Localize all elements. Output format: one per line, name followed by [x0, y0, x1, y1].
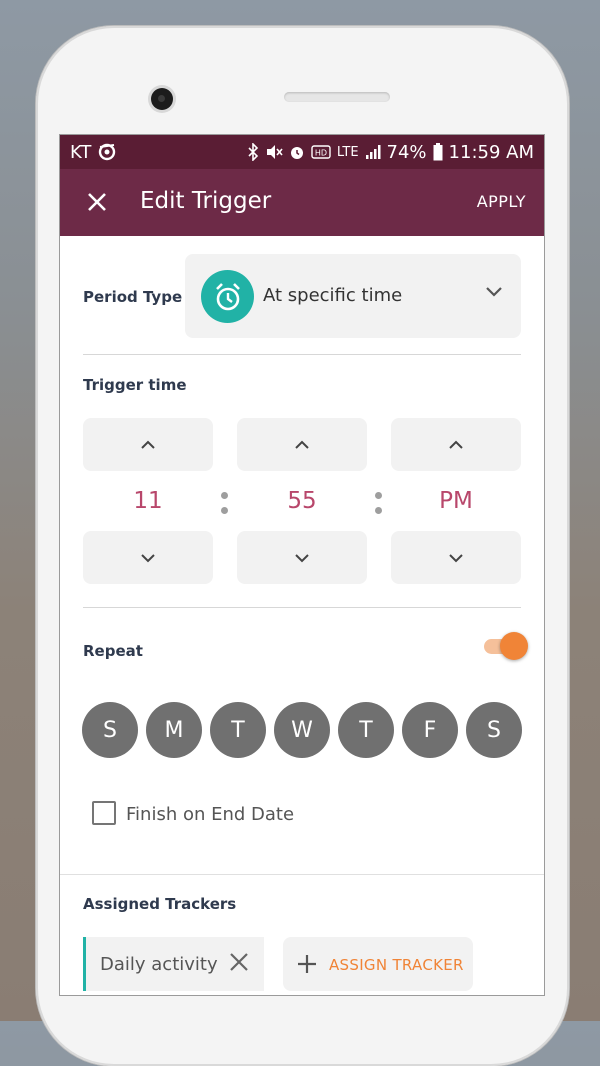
tracker-chip: Daily activity [83, 937, 264, 991]
assign-tracker-button[interactable]: ASSIGN TRACKER [283, 937, 473, 991]
hd-voice-icon: HD [311, 145, 331, 159]
minute-value: 55 [287, 488, 317, 514]
toggle-thumb [500, 632, 528, 660]
carrier-label: KT [70, 141, 92, 163]
divider [83, 354, 521, 355]
chevron-down-icon [295, 553, 309, 562]
chevron-down-icon [486, 287, 502, 297]
time-separator [221, 492, 229, 522]
time-separator [375, 492, 383, 522]
section-divider [60, 874, 544, 875]
network-type-label: LTE [336, 144, 359, 160]
battery-icon [433, 143, 443, 161]
front-camera [151, 88, 173, 110]
plus-icon [298, 955, 316, 973]
chevron-up-icon [141, 440, 155, 449]
minute-up-button[interactable] [237, 418, 367, 471]
divider [83, 607, 521, 608]
app-bar: Edit Trigger APPLY [60, 169, 544, 236]
period-type-value: At specific time [263, 285, 403, 306]
signal-icon [365, 145, 381, 159]
hour-down-button[interactable] [83, 531, 213, 584]
carrier-logo-icon [99, 143, 116, 161]
period-type-label: Period Type [83, 288, 183, 306]
bluetooth-icon [248, 143, 259, 161]
chevron-up-icon [449, 440, 463, 449]
status-bar: KT HD LTE 74% 11:59 AM [60, 135, 544, 169]
ampm-value: PM [439, 488, 473, 514]
tracker-name: Daily activity [100, 954, 218, 975]
day-tuesday[interactable]: T [210, 702, 266, 758]
ampm-down-button[interactable] [391, 531, 521, 584]
apply-button[interactable]: APPLY [477, 192, 526, 211]
finish-on-end-date-label: Finish on End Date [126, 804, 295, 825]
chevron-up-icon [295, 440, 309, 449]
repeat-label: Repeat [83, 642, 143, 660]
hour-up-button[interactable] [83, 418, 213, 471]
trigger-time-label: Trigger time [83, 376, 187, 394]
hour-value: 11 [133, 488, 163, 514]
alarm-status-icon [290, 147, 303, 159]
finish-on-end-date-checkbox[interactable] [92, 801, 116, 825]
close-icon [88, 193, 106, 211]
day-monday[interactable]: M [146, 702, 202, 758]
svg-text:HD: HD [315, 149, 327, 158]
assign-tracker-label: ASSIGN TRACKER [329, 956, 464, 974]
clock-time: 11:59 AM [448, 141, 534, 163]
day-saturday[interactable]: S [466, 702, 522, 758]
remove-tracker-icon[interactable] [228, 951, 250, 973]
ampm-up-button[interactable] [391, 418, 521, 471]
page-title: Edit Trigger [140, 188, 272, 214]
day-friday[interactable]: F [402, 702, 458, 758]
mute-icon [266, 145, 283, 159]
day-sunday[interactable]: S [82, 702, 138, 758]
minute-down-button[interactable] [237, 531, 367, 584]
earpiece-speaker [284, 92, 390, 102]
chevron-down-icon [141, 553, 155, 562]
close-button[interactable] [82, 187, 112, 217]
day-thursday[interactable]: T [338, 702, 394, 758]
battery-percent: 74% [386, 141, 427, 163]
repeat-toggle[interactable] [484, 632, 528, 660]
assigned-trackers-label: Assigned Trackers [83, 895, 237, 913]
app-screen: KT HD LTE 74% 11:59 AM Edit Trigger APPL… [60, 135, 544, 995]
day-wednesday[interactable]: W [274, 702, 330, 758]
alarm-clock-icon [201, 270, 254, 323]
chevron-down-icon [449, 553, 463, 562]
period-type-dropdown[interactable]: At specific time [185, 254, 521, 338]
